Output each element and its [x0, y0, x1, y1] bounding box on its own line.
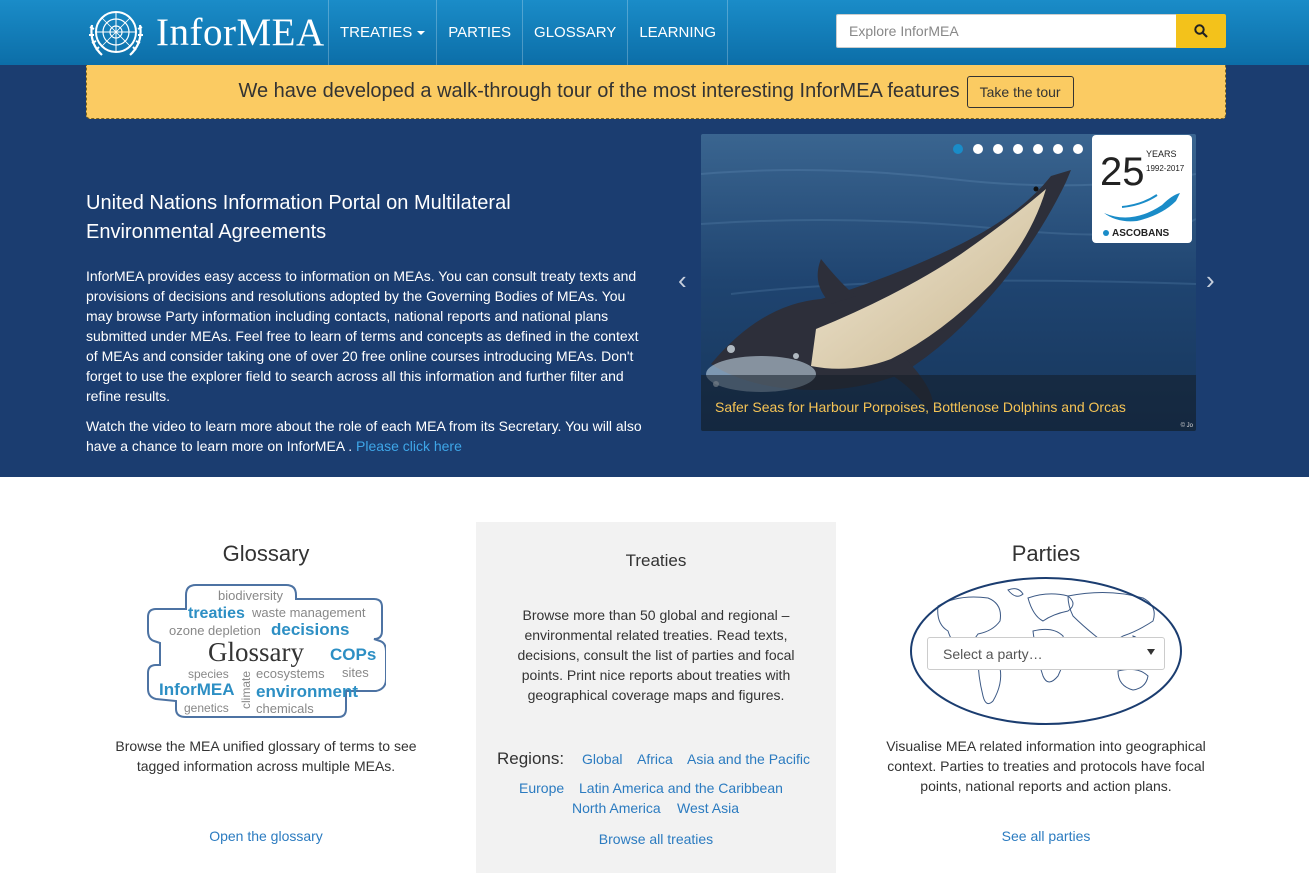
word-ozone-depletion: ozone depletion [169, 623, 261, 638]
carousel-dot[interactable] [1053, 144, 1063, 154]
glossary-description: Browse the MEA unified glossary of terms… [115, 738, 417, 774]
region-asia-pacific-link[interactable]: Asia and the Pacific [687, 751, 810, 767]
carousel-dot[interactable] [953, 144, 963, 154]
parties-description: Visualise MEA related information into g… [886, 738, 1206, 794]
nav-learning-label: LEARNING [639, 24, 716, 41]
search-button[interactable] [1176, 14, 1226, 48]
take-tour-button[interactable]: Take the tour [966, 75, 1074, 108]
word-chemicals: chemicals [256, 701, 314, 716]
carousel-next-arrow-icon[interactable]: › [1206, 265, 1215, 296]
treaties-title: Treaties [625, 551, 687, 570]
open-glossary-link[interactable]: Open the glossary [86, 828, 446, 844]
party-select[interactable]: Select a party… [927, 637, 1165, 670]
word-glossary: Glossary [208, 637, 304, 667]
word-cops: COPs [330, 645, 376, 664]
tour-banner: We have developed a walk-through tour of… [86, 65, 1226, 119]
hero-description: InforMEA provides easy access to informa… [86, 268, 639, 404]
region-latin-america-link[interactable]: Latin America and the Caribbean [579, 780, 783, 796]
region-north-america-link[interactable]: North America [572, 800, 661, 816]
word-species: species [188, 667, 229, 681]
carousel-dots [953, 144, 1083, 154]
un-emblem-icon [89, 11, 143, 56]
word-biodiversity: biodiversity [218, 588, 284, 603]
photo-copyright: © Jo [1180, 423, 1193, 429]
word-environment: environment [256, 682, 358, 701]
search-input[interactable] [836, 14, 1176, 48]
caption-text[interactable]: Safer Seas for Harbour Porpoises, Bottle… [715, 399, 1126, 415]
featured-carousel[interactable]: 25 YEARS 1992-2017 ASCOBANS Safer Seas f… [701, 134, 1196, 431]
word-sites: sites [342, 665, 369, 680]
select-arrow-icon [1147, 649, 1155, 655]
browse-all-treaties-link[interactable]: Browse all treaties [476, 831, 836, 847]
nav-learning[interactable]: LEARNING [627, 0, 728, 65]
carousel-prev-arrow-icon[interactable]: ‹ [678, 265, 687, 296]
word-waste-management: waste management [251, 605, 366, 620]
word-climate: climate [239, 671, 253, 709]
region-global-link[interactable]: Global [582, 751, 622, 767]
parties-title: Parties [1011, 541, 1081, 566]
word-ecosystems: ecosystems [256, 666, 325, 681]
hero-section: We have developed a walk-through tour of… [0, 65, 1309, 477]
brand-name: InforMEA [156, 10, 325, 54]
caret-down-icon [417, 30, 426, 35]
ascobans-anniversary-logo: 25 YEARS 1992-2017 ASCOBANS [1092, 135, 1192, 243]
tour-text: We have developed a walk-through tour of… [238, 80, 960, 102]
top-navbar: InforMEA TREATIES PARTIES GLOSSARY LEARN… [0, 0, 1309, 65]
glossary-word-cloud[interactable]: biodiversity treaties waste management o… [146, 581, 386, 721]
nav-glossary-label: GLOSSARY [534, 24, 617, 41]
nav-parties[interactable]: PARTIES [436, 0, 522, 65]
carousel-caption: Safer Seas for Harbour Porpoises, Bottle… [701, 375, 1196, 431]
carousel-dot[interactable] [973, 144, 983, 154]
brand-logo-link[interactable]: InforMEA [86, 3, 325, 61]
carousel-dot[interactable] [1033, 144, 1043, 154]
region-europe-link[interactable]: Europe [519, 780, 564, 796]
ascobans-logo-graphic: 25 YEARS 1992-2017 ASCOBANS [1100, 149, 1185, 239]
nav-treaties-label: TREATIES [340, 24, 413, 41]
main-nav: TREATIES PARTIES GLOSSARY LEARNING [328, 0, 728, 65]
nav-treaties[interactable]: TREATIES [328, 0, 436, 65]
hero-video-note: Watch the video to learn more about the … [86, 416, 646, 456]
treaties-description: Browse more than 50 global and regional … [517, 607, 795, 703]
carousel-dot[interactable] [1013, 144, 1023, 154]
carousel-dot[interactable] [993, 144, 1003, 154]
search-icon [1194, 24, 1208, 38]
search-bar [836, 14, 1226, 48]
hero-title: United Nations Information Portal on Mul… [86, 192, 511, 243]
badge-years-word: YEARS [1146, 149, 1177, 159]
badge-org: ASCOBANS [1112, 228, 1170, 239]
glossary-title: Glossary [222, 541, 310, 566]
badge-number: 25 [1100, 150, 1145, 194]
word-treaties: treaties [188, 605, 245, 622]
see-all-parties-link[interactable]: See all parties [866, 828, 1226, 844]
nav-parties-label: PARTIES [448, 24, 512, 41]
word-genetics: genetics [184, 701, 229, 715]
region-west-asia-link[interactable]: West Asia [677, 800, 739, 816]
please-click-here-link[interactable]: Please click here [356, 438, 462, 454]
carousel-dot[interactable] [1073, 144, 1083, 154]
badge-years-range: 1992-2017 [1146, 164, 1185, 173]
word-informea: InforMEA [159, 680, 235, 699]
party-select-placeholder: Select a party… [943, 645, 1043, 662]
regions-label: Regions: [497, 749, 565, 768]
region-africa-link[interactable]: Africa [637, 751, 673, 767]
nav-glossary[interactable]: GLOSSARY [522, 0, 627, 65]
